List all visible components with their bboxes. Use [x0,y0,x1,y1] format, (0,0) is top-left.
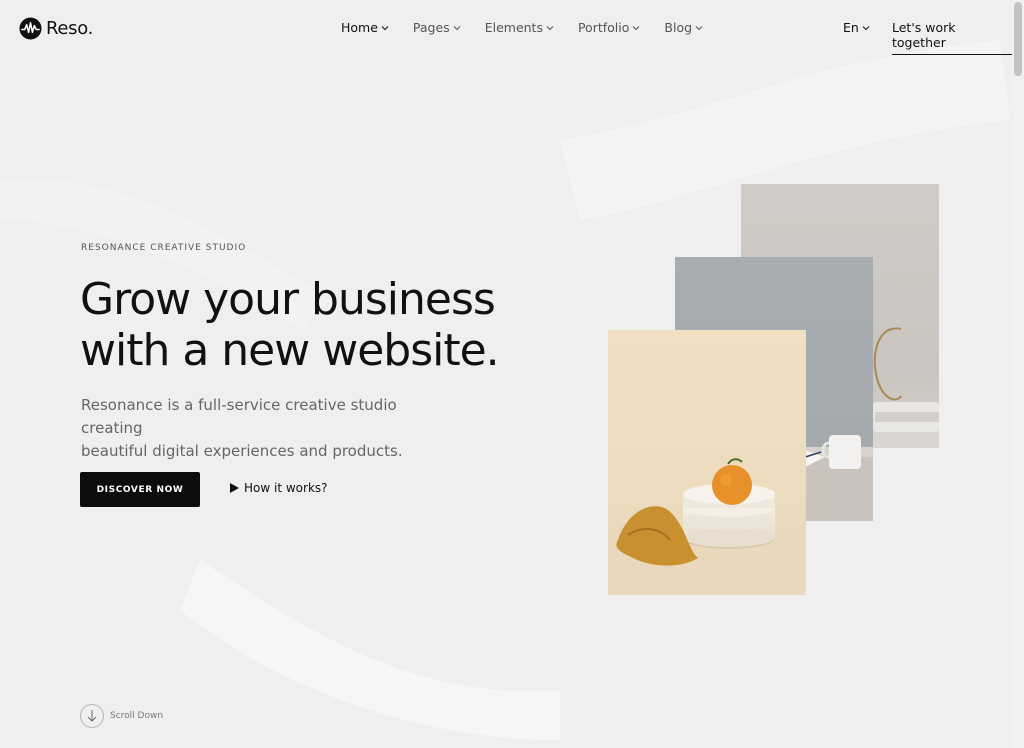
nav-label: Home [341,20,378,35]
waveform-logo-icon [19,16,42,40]
subtext-line-2: beautiful digital experiences and produc… [81,442,403,460]
scroll-down-link[interactable]: Scroll Down [80,704,163,728]
nav-label: Portfolio [577,20,630,35]
nav-label: Elements [484,20,543,35]
photo-orange-plates [608,330,806,595]
chevron-down-icon [546,25,554,30]
hero-headline: Grow your business with a new website. [80,274,540,376]
language-selector[interactable]: En [843,20,870,35]
play-icon [230,483,239,493]
brand-name: Reso. [46,17,94,39]
nav-item-blog[interactable]: Blog [664,20,703,35]
hero-eyebrow: RESONANCE CREATIVE STUDIO [81,243,247,253]
chevron-down-icon [381,25,389,30]
nav-item-elements[interactable]: Elements [485,20,554,35]
chevron-down-icon [453,25,461,30]
language-label: En [843,20,859,35]
chevron-down-icon [862,25,870,30]
how-it-works-button[interactable]: How it works? [230,481,328,495]
chevron-down-icon [695,25,703,30]
chevron-down-icon [633,25,640,30]
arrow-down-icon [87,710,97,722]
nav-item-pages[interactable]: Pages [413,20,461,35]
scroll-down-label: Scroll Down [110,711,164,721]
nav-item-portfolio[interactable]: Portfolio [578,20,640,35]
hero-subtext: Resonance is a full-service creative stu… [81,394,461,463]
discover-now-button[interactable]: DISCOVER NOW [80,472,200,507]
scrollbar[interactable] [1012,0,1024,748]
nav-label: Pages [412,20,450,35]
headline-line-2: with a new website. [80,325,500,376]
subtext-line-1: Resonance is a full-service creative stu… [81,396,397,437]
nav-label: Blog [664,20,693,35]
site-header: Reso. Home Pages Elements Portfolio Blog… [0,0,1012,56]
scrollbar-thumb[interactable] [1014,2,1022,76]
scroll-down-circle [80,704,104,728]
nav-item-home[interactable]: Home [341,20,389,35]
main-nav: Home Pages Elements Portfolio Blog [341,20,727,35]
brand-logo[interactable]: Reso. [19,16,93,40]
how-it-works-label: How it works? [244,481,328,495]
headline-line-1: Grow your business [80,274,496,325]
lets-work-together-link[interactable]: Let's work together [892,20,1012,55]
